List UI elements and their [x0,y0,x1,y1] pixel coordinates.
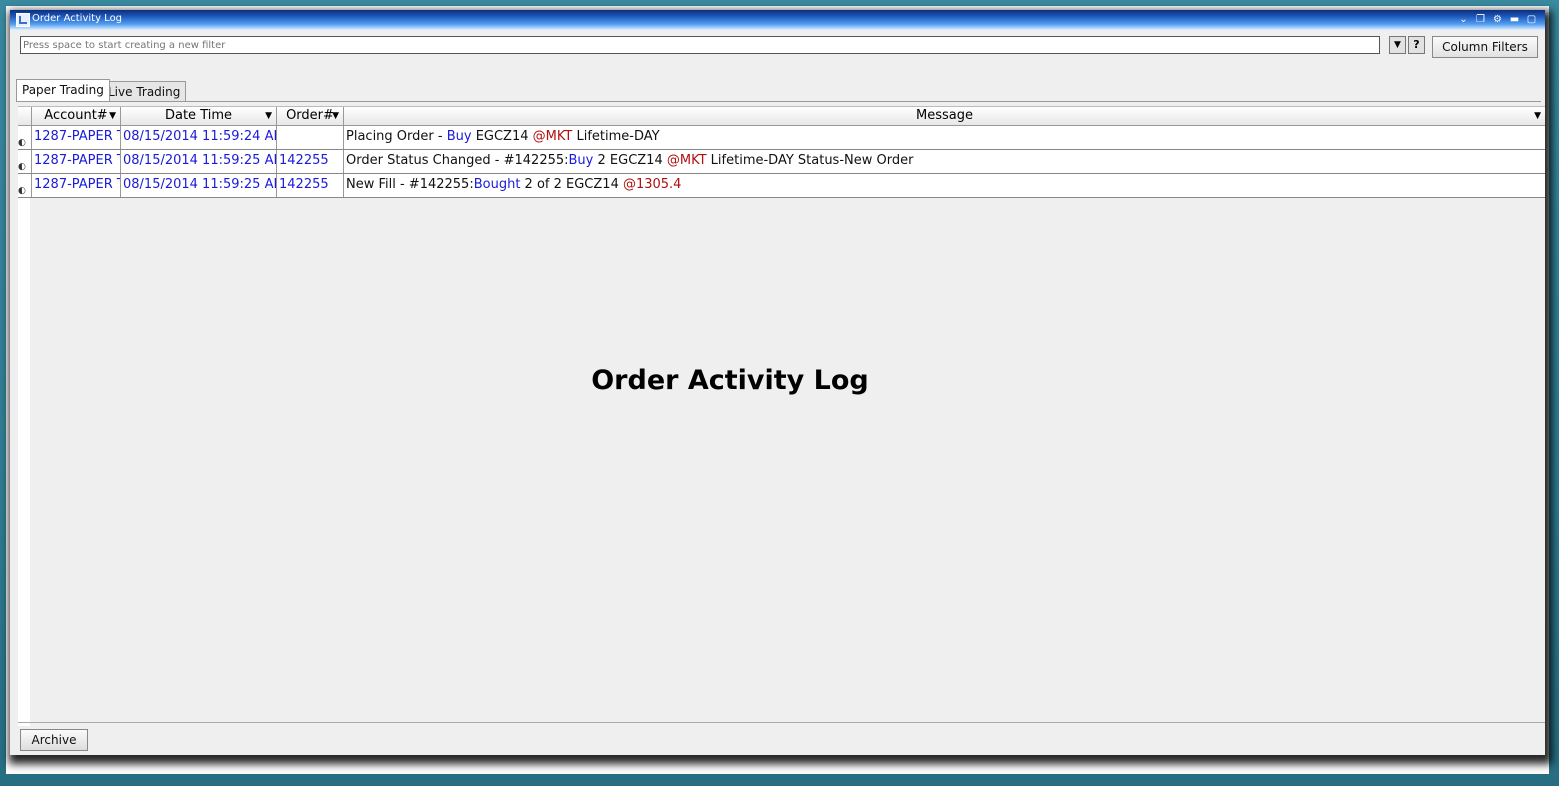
column-header-label: Account# [44,108,108,123]
filter-bar: ▼ ? Column Filters [18,35,1538,59]
row-gutter-cell: ◐ [18,174,32,197]
chevron-down-icon: ▼ [1394,40,1401,50]
message-text: Order Status Changed - #142255: [346,153,569,168]
cell-account: 1287-PAPER T [32,126,121,149]
cell-message: Order Status Changed - #142255:Buy 2 EGC… [344,150,1545,173]
cell-account: 1287-PAPER T [32,174,121,197]
message-side: Buy [446,129,472,144]
cell-datetime: 08/15/2014 11:59:24 AM [121,126,277,149]
column-header-account[interactable]: Account# ▼ [32,107,121,125]
message-text: Placing Order - [346,129,447,144]
tab-paper-trading[interactable]: Paper Trading [16,79,110,101]
table-row[interactable]: ◐ 1287-PAPER T 08/15/2014 11:59:25 AM 14… [18,150,1545,174]
maximize-icon[interactable]: ▢ [1526,14,1537,25]
row-status-icon: ◐ [18,186,26,196]
grid-header: Account# ▼ Date Time ▼ Order# ▼ Message … [18,106,1545,126]
header-gutter [18,107,32,125]
collapse-icon[interactable]: ⌄ [1458,14,1469,25]
chevron-down-icon[interactable]: ▼ [332,107,339,125]
chevron-down-icon[interactable]: ▼ [265,107,272,125]
cell-datetime: 08/15/2014 11:59:25 AM [121,174,277,197]
cell-datetime: 08/15/2014 11:59:25 AM [121,150,277,173]
cell-order: 142255 [277,150,344,173]
row-status-icon: ◐ [18,138,26,148]
restore-icon[interactable]: ❐ [1475,14,1486,25]
message-text: Lifetime-DAY [572,129,660,144]
window-title: Order Activity Log [32,13,123,24]
table-row[interactable]: ◐ 1287-PAPER T 08/15/2014 11:59:24 AM Pl… [18,126,1545,150]
archive-button[interactable]: Archive [20,729,88,751]
chevron-down-icon[interactable]: ▼ [109,107,116,125]
overlay-title: Order Activity Log [591,365,869,396]
filter-help-button[interactable]: ? [1408,36,1425,54]
message-side: Buy [568,153,594,168]
tab-live-trading[interactable]: Live Trading [102,81,187,102]
cell-account: 1287-PAPER T [32,150,121,173]
activity-grid: Account# ▼ Date Time ▼ Order# ▼ Message … [18,106,1545,198]
footer-divider [18,722,1545,723]
app-icon [16,13,30,27]
window-controls: ⌄ ❐ ⚙ ▬ ▢ [1458,14,1537,25]
message-text: 2 EGCZ14 [593,153,667,168]
message-price: @1305.4 [622,177,682,192]
column-header-datetime[interactable]: Date Time ▼ [121,107,277,125]
table-row[interactable]: ◐ 1287-PAPER T 08/15/2014 11:59:25 AM 14… [18,174,1545,198]
row-status-icon: ◐ [18,162,26,172]
column-header-message[interactable]: Message ▼ [344,107,1545,125]
chevron-down-icon[interactable]: ▼ [1534,107,1541,125]
row-gutter-cell: ◐ [18,126,32,149]
message-price: @MKT [532,129,573,144]
settings-icon[interactable]: ⚙ [1492,14,1503,25]
column-header-label: Order# [286,108,334,123]
column-header-label: Message [916,108,973,123]
row-gutter-cell: ◐ [18,150,32,173]
message-text: 2 of 2 EGCZ14 [520,177,623,192]
cell-order: 142255 [277,174,344,197]
row-gutter [18,106,30,726]
order-activity-window: Order Activity Log ⌄ ❐ ⚙ ▬ ▢ ▼ ? Column … [10,10,1545,755]
message-text: Lifetime-DAY Status-New Order [706,153,914,168]
column-filters-button[interactable]: Column Filters [1432,36,1538,58]
column-header-label: Date Time [164,108,233,123]
message-side: Bought [473,177,521,192]
title-bar[interactable]: Order Activity Log ⌄ ❐ ⚙ ▬ ▢ [10,10,1545,30]
filter-dropdown-button[interactable]: ▼ [1389,36,1406,54]
filter-input[interactable] [20,36,1380,54]
cell-order [277,126,344,149]
cell-message: New Fill - #142255:Bought 2 of 2 EGCZ14 … [344,174,1545,197]
column-header-order[interactable]: Order# ▼ [277,107,344,125]
message-text: New Fill - #142255: [346,177,474,192]
cell-message: Placing Order - Buy EGCZ14 @MKT Lifetime… [344,126,1545,149]
tabs-divider [16,101,1541,102]
minimize-icon[interactable]: ▬ [1509,14,1520,25]
message-price: @MKT [666,153,707,168]
message-text: EGCZ14 [471,129,533,144]
